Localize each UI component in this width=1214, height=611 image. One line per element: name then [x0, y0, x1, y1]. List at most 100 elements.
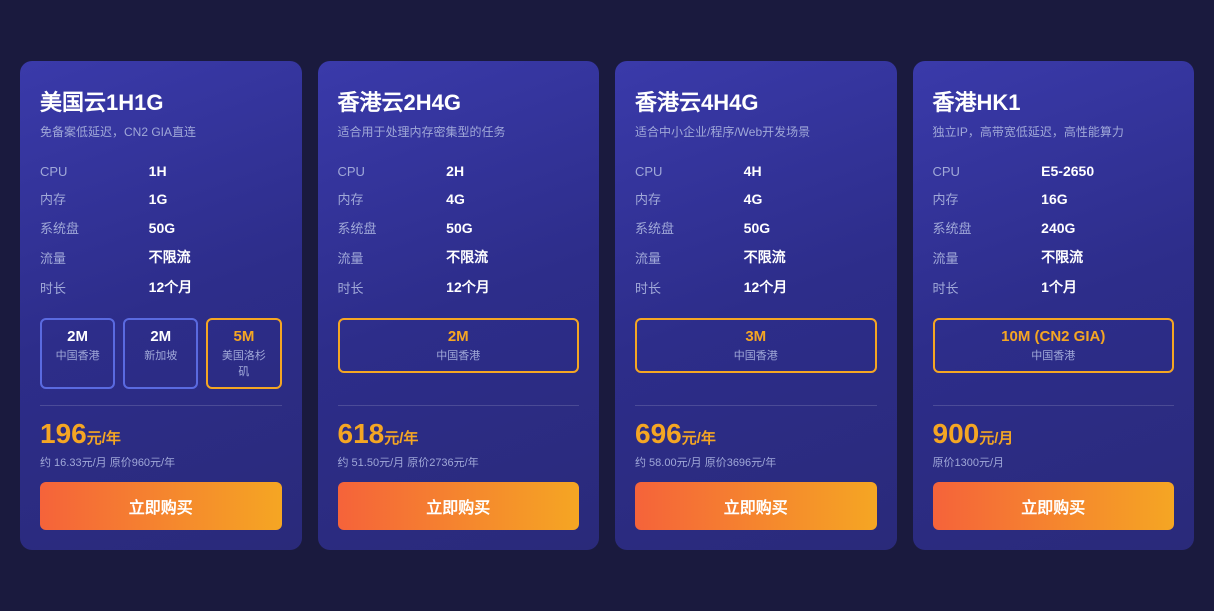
card-title: 香港HK1 — [933, 85, 1175, 117]
bandwidth-value: 5M — [218, 328, 269, 345]
spec-label: 流量 — [338, 242, 447, 272]
bandwidth-section: 10M (CN2 GIA) 中国香港 — [933, 318, 1175, 373]
spec-label: 内存 — [338, 184, 447, 213]
bandwidth-section: 2M中国香港 — [338, 318, 580, 373]
spec-value: 50G — [446, 213, 579, 242]
card-title: 香港云2H4G — [338, 85, 580, 117]
spec-row: 流量不限流 — [933, 242, 1175, 272]
card-subtitle: 适合中小企业/程序/Web开发场景 — [635, 123, 877, 140]
bandwidth-label: 中国香港 — [647, 347, 865, 363]
bandwidth-label: 中国香港 — [52, 347, 103, 363]
bandwidth-label: 中国香港 — [945, 347, 1163, 363]
spec-value: 1G — [149, 184, 282, 213]
buy-button[interactable]: 立即购买 — [40, 482, 282, 530]
buy-button[interactable]: 立即购买 — [635, 482, 877, 530]
spec-label: CPU — [933, 158, 1042, 184]
spec-label: 时长 — [933, 272, 1042, 302]
card-title: 美国云1H1G — [40, 85, 282, 117]
spec-label: CPU — [40, 158, 149, 184]
spec-label: 流量 — [933, 242, 1042, 272]
spec-row: 系统盘50G — [40, 213, 282, 242]
spec-row: 时长12个月 — [338, 272, 580, 302]
buy-button[interactable]: 立即购买 — [933, 482, 1175, 530]
spec-label: 内存 — [933, 184, 1042, 213]
bandwidth-value: 10M (CN2 GIA) — [945, 328, 1163, 345]
spec-label: 时长 — [40, 272, 149, 302]
price-main: 618元/年 — [338, 418, 580, 450]
card-1: 美国云1H1G 免备案低延迟，CN2 GIA直连 CPU1H内存1G系统盘50G流量… — [20, 61, 302, 550]
price-unit: 元/年 — [384, 430, 418, 447]
price-section: 618元/年约 51.50元/月 原价2736元/年立即购买 — [338, 405, 580, 530]
price-main: 900元/月 — [933, 418, 1175, 450]
bandwidth-option-1[interactable]: 10M (CN2 GIA) 中国香港 — [933, 318, 1175, 373]
spec-row: 流量不限流 — [338, 242, 580, 272]
spec-row: 内存1G — [40, 184, 282, 213]
spec-row: CPU2H — [338, 158, 580, 184]
spec-value: 50G — [744, 213, 877, 242]
card-subtitle: 免备案低延迟，CN2 GIA直连 — [40, 123, 282, 140]
bandwidth-option-2[interactable]: 2M 新加坡 — [123, 318, 198, 389]
spec-label: 系统盘 — [338, 213, 447, 242]
spec-label: 流量 — [40, 242, 149, 272]
price-detail: 约 58.00元/月 原价3696元/年 — [635, 454, 877, 470]
price-unit: 元/年 — [87, 430, 121, 447]
spec-label: 时长 — [338, 272, 447, 302]
spec-row: 流量不限流 — [40, 242, 282, 272]
specs-table: CPU4H内存4G系统盘50G流量不限流时长12个月 — [635, 158, 877, 302]
spec-value: 12个月 — [149, 272, 282, 302]
spec-label: CPU — [635, 158, 744, 184]
bandwidth-value: 2M — [135, 328, 186, 345]
spec-label: 内存 — [635, 184, 744, 213]
spec-value: 16G — [1041, 184, 1174, 213]
price-main: 696元/年 — [635, 418, 877, 450]
bandwidth-label: 美国洛杉矶 — [218, 347, 269, 379]
spec-value: 不限流 — [744, 242, 877, 272]
bandwidth-option-3[interactable]: 5M 美国洛杉矶 — [206, 318, 281, 389]
bandwidth-label: 新加坡 — [135, 347, 186, 363]
card-subtitle: 独立IP，高带宽低延迟，高性能算力 — [933, 123, 1175, 140]
buy-button[interactable]: 立即购买 — [338, 482, 580, 530]
bandwidth-section: 3M中国香港 — [635, 318, 877, 373]
spec-row: 时长12个月 — [40, 272, 282, 302]
spec-value: 4G — [744, 184, 877, 213]
price-detail: 约 16.33元/月 原价960元/年 — [40, 454, 282, 470]
spec-value: 50G — [149, 213, 282, 242]
card-subtitle: 适合用于处理内存密集型的任务 — [338, 123, 580, 140]
card-4: 香港HK1 独立IP，高带宽低延迟，高性能算力 CPUE5-2650内存16G系统盘… — [913, 61, 1195, 550]
spec-row: 系统盘50G — [338, 213, 580, 242]
bandwidth-option-1[interactable]: 3M中国香港 — [635, 318, 877, 373]
specs-table: CPU1H内存1G系统盘50G流量不限流时长12个月 — [40, 158, 282, 302]
spec-row: CPUE5-2650 — [933, 158, 1175, 184]
spec-label: 系统盘 — [933, 213, 1042, 242]
spec-value: 1H — [149, 158, 282, 184]
price-main: 196元/年 — [40, 418, 282, 450]
spec-value: 4G — [446, 184, 579, 213]
bandwidth-value: 2M — [52, 328, 103, 345]
spec-value: 240G — [1041, 213, 1174, 242]
spec-label: 流量 — [635, 242, 744, 272]
spec-label: 时长 — [635, 272, 744, 302]
spec-value: 12个月 — [744, 272, 877, 302]
price-section: 900元/月原价1300元/月立即购买 — [933, 405, 1175, 530]
cards-container: 美国云1H1G免备案低延迟，CN2 GIA直连CPU1H内存1G系统盘50G流量… — [20, 61, 1194, 550]
spec-value: 不限流 — [1041, 242, 1174, 272]
bandwidth-value: 2M — [350, 328, 568, 345]
spec-label: 内存 — [40, 184, 149, 213]
spec-row: 时长12个月 — [635, 272, 877, 302]
spec-value: 1个月 — [1041, 272, 1174, 302]
price-detail: 原价1300元/月 — [933, 454, 1175, 470]
spec-row: 时长1个月 — [933, 272, 1175, 302]
spec-label: CPU — [338, 158, 447, 184]
bandwidth-option-1[interactable]: 2M 中国香港 — [40, 318, 115, 389]
spec-row: 系统盘240G — [933, 213, 1175, 242]
spec-label: 系统盘 — [40, 213, 149, 242]
spec-value: 4H — [744, 158, 877, 184]
price-unit: 元/月 — [979, 430, 1013, 447]
spec-row: CPU1H — [40, 158, 282, 184]
card-title: 香港云4H4G — [635, 85, 877, 117]
spec-row: 内存4G — [635, 184, 877, 213]
spec-row: 内存4G — [338, 184, 580, 213]
spec-value: 不限流 — [149, 242, 282, 272]
bandwidth-option-1[interactable]: 2M中国香港 — [338, 318, 580, 373]
price-detail: 约 51.50元/月 原价2736元/年 — [338, 454, 580, 470]
